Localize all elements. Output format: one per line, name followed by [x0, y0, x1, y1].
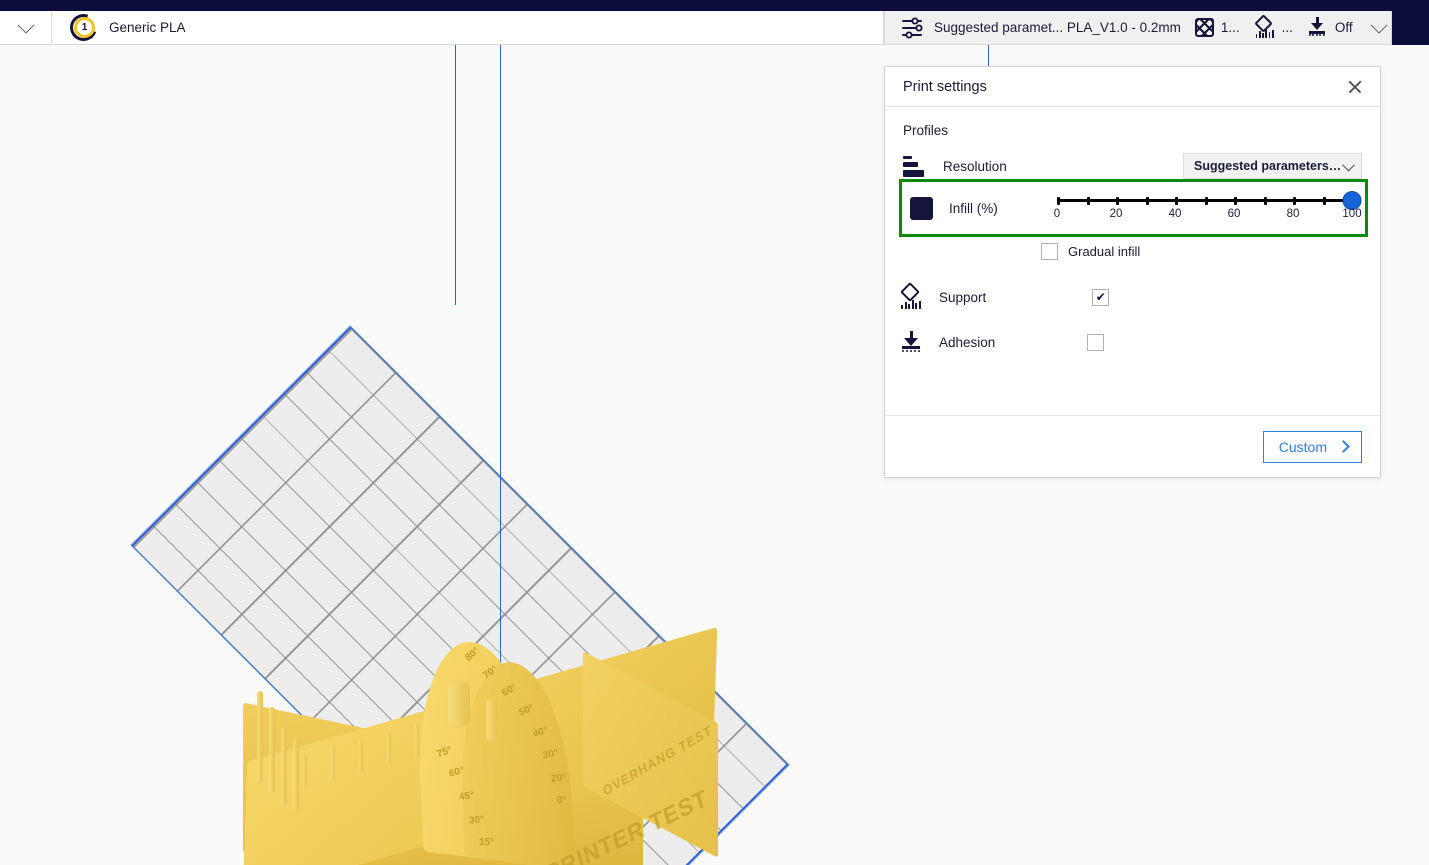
- support-label: Support: [939, 290, 986, 305]
- resolution-icon: [903, 155, 943, 177]
- panel-body: Profiles Resolution Suggested parameters…: [885, 107, 1380, 415]
- gradual-infill-checkbox[interactable]: [1041, 243, 1058, 260]
- sliders-icon: [901, 17, 927, 39]
- model-rib: [359, 739, 363, 773]
- infill-slider-track[interactable]: [1057, 199, 1352, 202]
- chevron-down-icon: [1370, 16, 1387, 33]
- gradual-infill-label: Gradual infill: [1068, 244, 1140, 259]
- model-angle-label: 45°: [458, 790, 475, 803]
- model-rib: [387, 731, 391, 765]
- infill-tick-label: 80: [1287, 208, 1300, 220]
- model-angle-label: 15°: [479, 837, 494, 848]
- print-setup-profile[interactable]: Suggested paramet... PLA_V1.0 - 0.2mm: [901, 17, 1181, 39]
- infill-slider-labels: 0 20 40 60 80 100: [1057, 208, 1352, 224]
- infill-tick-label: 20: [1110, 208, 1123, 220]
- chevron-right-icon: [1337, 440, 1350, 453]
- cura-window: 3D PRINTER TEST OVERHANG TEST 80° 70° 60…: [0, 0, 1429, 865]
- adhesion-row: Adhesion: [899, 320, 1368, 364]
- extruder-number: 1: [82, 23, 88, 33]
- infill-swatch-icon: [910, 197, 933, 220]
- infill-tick-label: 40: [1169, 208, 1182, 220]
- model-overhang-test[interactable]: 3D PRINTER TEST OVERHANG TEST 80° 70° 60…: [243, 635, 723, 865]
- model-tower: [257, 691, 263, 783]
- toolbar-adhesion-value: Off: [1335, 20, 1353, 35]
- infill-grid-icon: [1195, 18, 1214, 37]
- print-setup-section[interactable]: Suggested paramet... PLA_V1.0 - 0.2mm 1.…: [884, 11, 1392, 45]
- top-toolbar: 1 Generic PLA Suggested paramet... PLA: [0, 11, 1380, 45]
- model-cylinder: [486, 699, 497, 741]
- resolution-select-value: Suggested parameters fo...: [1194, 159, 1344, 173]
- model-cylinder: [448, 681, 470, 727]
- expand-print-setup-button[interactable]: [1373, 22, 1385, 34]
- model-angle-label: 30°: [469, 814, 485, 826]
- model-rib: [415, 723, 419, 757]
- toolbar-infill-value: 1...: [1221, 20, 1240, 35]
- model-tower: [281, 727, 287, 805]
- profiles-section-title: Profiles: [903, 123, 1362, 138]
- print-setup-profile-text: Suggested paramet... PLA_V1.0 - 0.2mm: [934, 20, 1181, 35]
- model-rib: [331, 747, 335, 781]
- support-icon: [899, 285, 939, 309]
- adhesion-icon: [1307, 17, 1328, 38]
- infill-label: Infill (%): [949, 201, 998, 216]
- chevron-down-icon: [1342, 158, 1355, 171]
- panel-title: Print settings: [903, 79, 987, 95]
- material-section: 1 Generic PLA: [0, 11, 884, 45]
- resolution-label: Resolution: [943, 159, 1007, 174]
- toolbar-adhesion-item[interactable]: Off: [1307, 17, 1353, 38]
- toolbar-support-item[interactable]: ...: [1254, 17, 1293, 38]
- custom-button-label: Custom: [1279, 439, 1327, 455]
- collapse-toolbar-button[interactable]: [0, 11, 52, 44]
- infill-row-highlighted: Infill (%): [899, 179, 1368, 237]
- custom-button[interactable]: Custom: [1263, 431, 1362, 463]
- model-rib: [303, 755, 307, 789]
- toolbar-infill-item[interactable]: 1...: [1195, 18, 1240, 37]
- adhesion-icon: [899, 330, 939, 354]
- model-tower: [269, 707, 275, 793]
- panel-header: Print settings: [885, 67, 1380, 107]
- adhesion-checkbox[interactable]: [1087, 334, 1104, 351]
- material-selector[interactable]: 1 Generic PLA: [52, 14, 186, 41]
- panel-footer: Custom: [885, 415, 1380, 477]
- material-name: Generic PLA: [109, 20, 186, 35]
- model-tower: [293, 739, 299, 811]
- resolution-select[interactable]: Suggested parameters fo...: [1183, 153, 1362, 179]
- title-bar: [0, 0, 1429, 11]
- model-angle-label: 0°: [557, 795, 567, 806]
- support-checkbox[interactable]: ✔: [1092, 289, 1109, 306]
- filament-spool-icon: 1: [70, 14, 97, 41]
- infill-tick-label: 0: [1054, 208, 1060, 220]
- model-angle-label: 20°: [550, 772, 566, 785]
- support-row: Support ✔: [899, 275, 1368, 319]
- infill-tick-label: 60: [1228, 208, 1241, 220]
- chevron-down-icon: [17, 16, 34, 33]
- print-settings-panel: Print settings Profiles Resolution Sugge…: [884, 66, 1381, 478]
- adhesion-label: Adhesion: [939, 335, 995, 350]
- infill-slider[interactable]: 0 20 40 60 80 100: [1057, 187, 1352, 224]
- support-icon: [1254, 17, 1275, 38]
- gradual-infill-row: Gradual infill: [1041, 243, 1140, 260]
- toolbar-support-value: ...: [1282, 20, 1293, 35]
- close-icon[interactable]: [1346, 78, 1364, 96]
- infill-tick-label: 100: [1342, 208, 1361, 220]
- check-icon: ✔: [1096, 291, 1106, 303]
- build-volume-edge-left: [455, 45, 456, 305]
